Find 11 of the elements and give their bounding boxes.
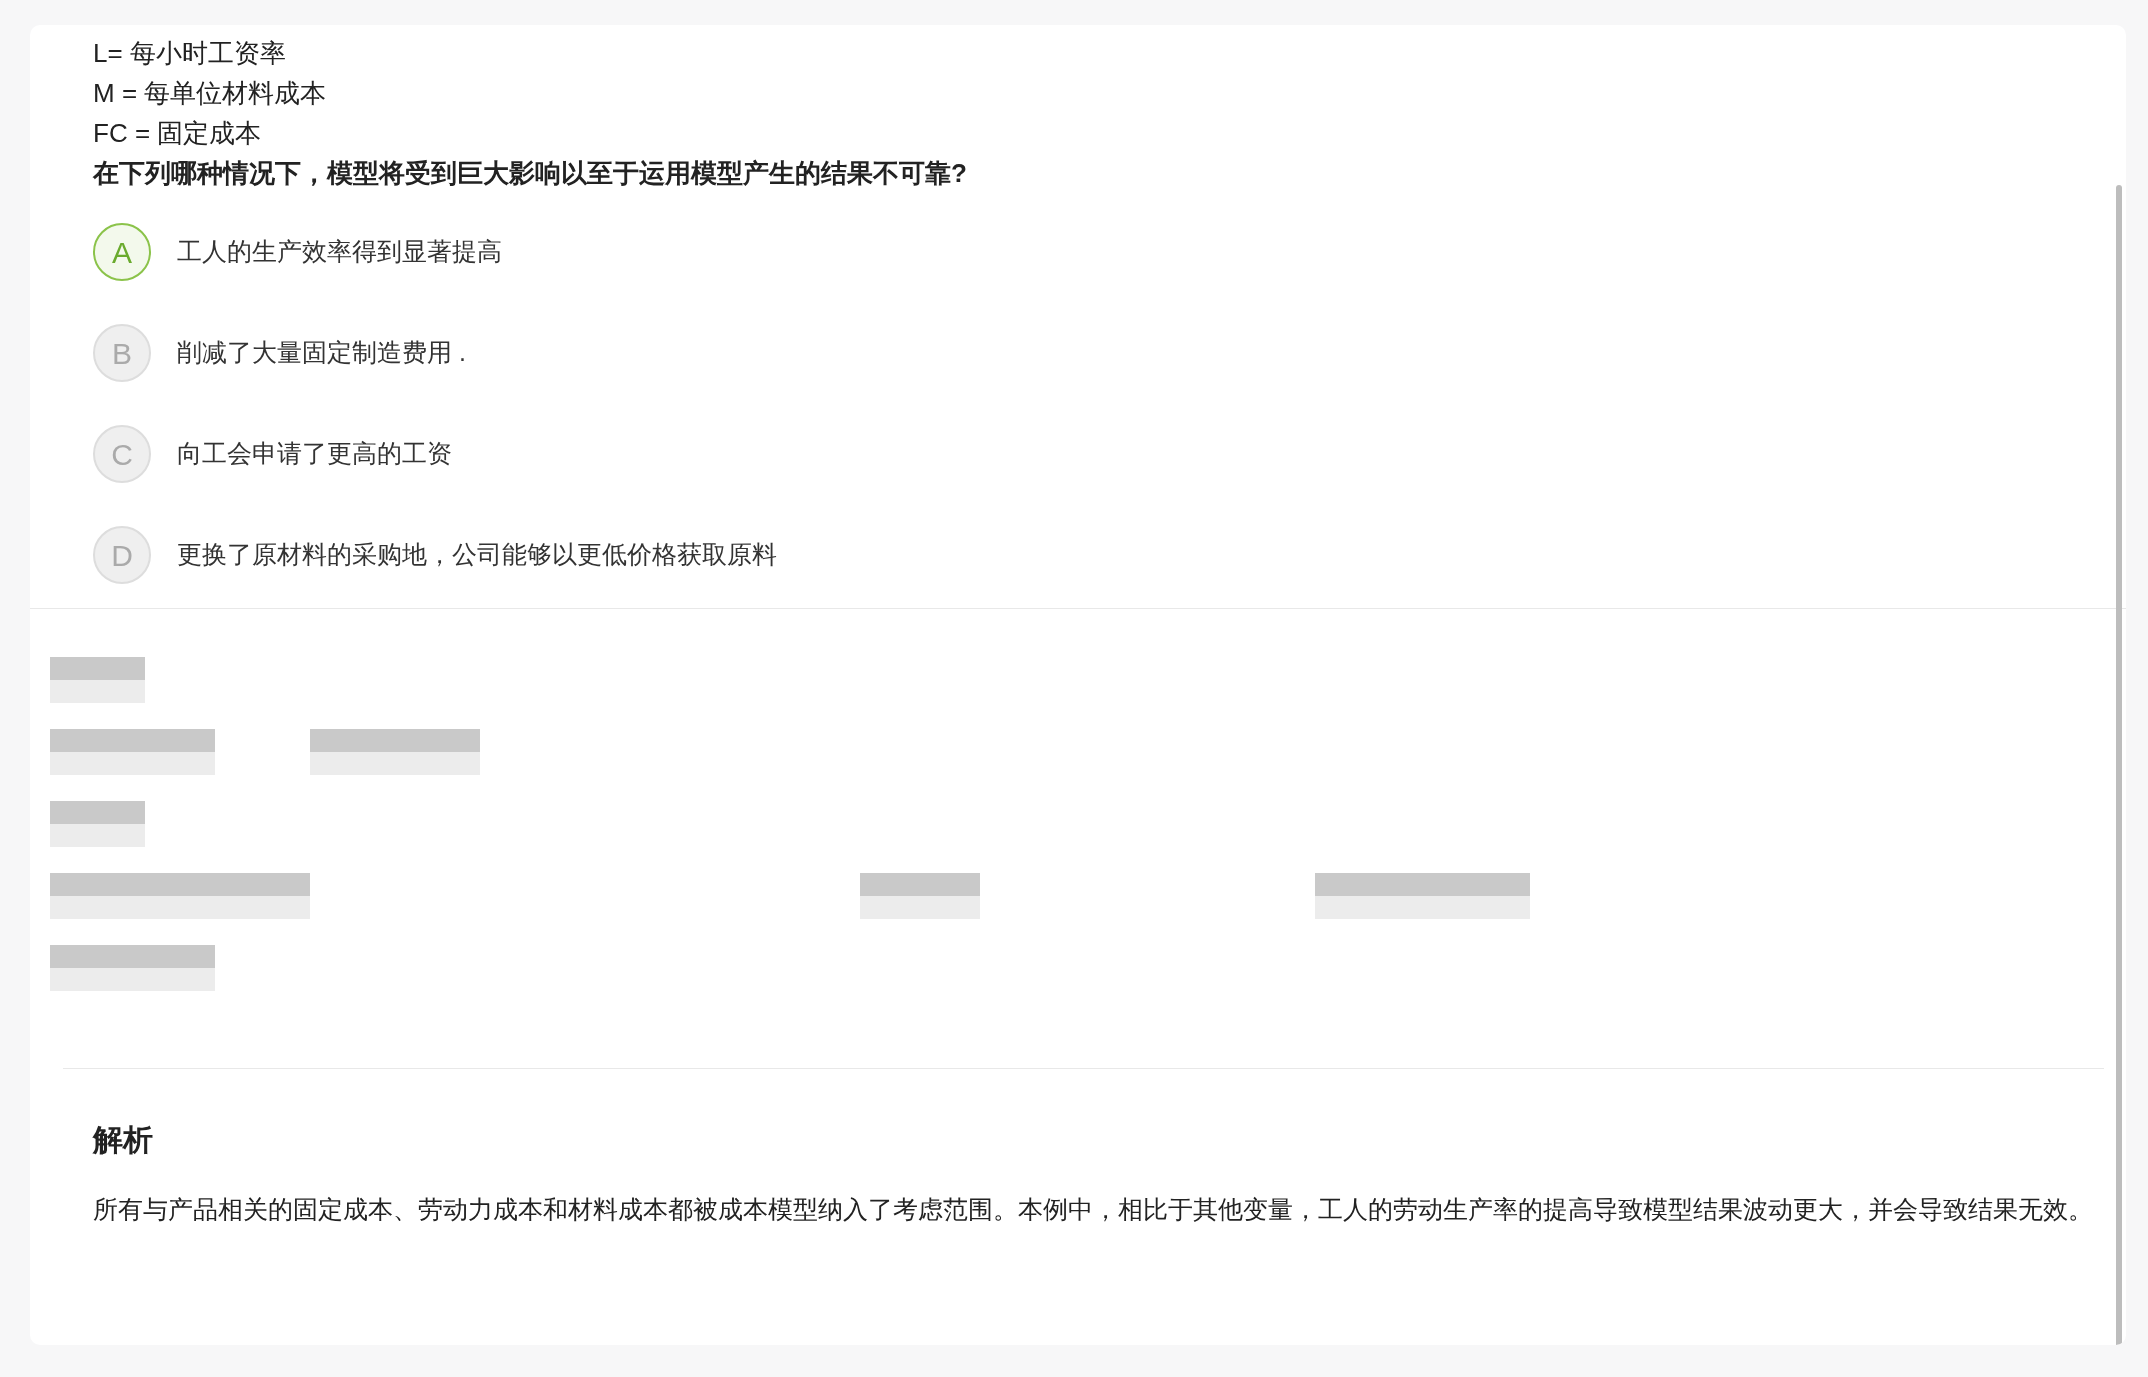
formula-line: L= 每小时工资率: [93, 37, 287, 70]
analysis-text: 所有与产品相关的固定成本、劳动力成本和材料成本都被成本模型纳入了考虑范围。本例中，相比于其他变量，工人的劳动生产率的提高导致模型结果波动更大，并会导致结果无效。: [93, 1194, 2094, 1225]
formula-line: FC = 固定成本: [93, 117, 263, 150]
question-text: 在下列哪种情况下，模型将受到巨大影响以至于运用模型产生的结果不可靠?: [93, 157, 968, 190]
option-text[interactable]: 工人的生产效率得到显著提高: [177, 233, 502, 271]
option-text[interactable]: 更换了原材料的采购地，公司能够以更低价格获取原料: [177, 536, 777, 574]
analysis-title: 解析: [93, 1122, 154, 1158]
formula-line: M = 每单位材料成本: [93, 77, 328, 110]
option-text[interactable]: 向工会申请了更高的工资: [177, 435, 452, 473]
scrollbar[interactable]: [2116, 185, 2122, 1345]
option-text[interactable]: 削减了大量固定制造费用 .: [177, 334, 466, 372]
